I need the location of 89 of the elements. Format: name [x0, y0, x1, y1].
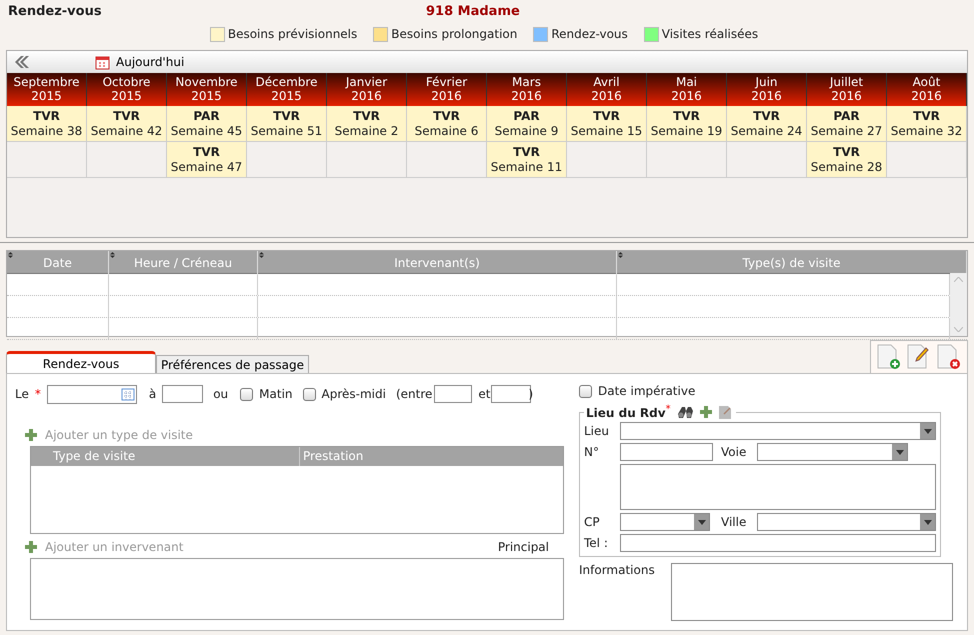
month-header: Août 2016: [887, 73, 967, 106]
sort-icon[interactable]: [8, 252, 13, 258]
document-plus-icon[interactable]: [877, 344, 901, 370]
field-label: CP: [584, 515, 601, 529]
checkbox-label: Matin: [259, 387, 293, 401]
calendar-entry[interactable]: TVR Semaine 28: [807, 142, 887, 178]
checkbox[interactable]: [240, 388, 254, 400]
empty-calendar-cell[interactable]: [7, 142, 87, 178]
information-field[interactable]: [670, 563, 953, 621]
month-header: Février 2016: [407, 73, 487, 106]
calendar-entry[interactable]: PAR Semaine 27: [807, 106, 887, 142]
calendar-entry[interactable]: TVR Semaine 32: [887, 106, 967, 142]
calendar-icon: [95, 54, 110, 70]
legend-label: Besoins prévisionnels: [228, 27, 358, 41]
plus-icon[interactable]: [700, 406, 712, 418]
binoculars-icon[interactable]: [676, 406, 694, 418]
month-header: Décembre 2015: [247, 73, 327, 106]
field-label: Lieu: [584, 424, 610, 438]
sort-icon[interactable]: [110, 252, 115, 258]
month-header: Avril 2016: [567, 73, 647, 106]
field-label: Informations: [579, 563, 655, 579]
sort-icon[interactable]: [259, 252, 264, 258]
document-pencil-icon[interactable]: [718, 404, 732, 420]
field-label: N°: [584, 445, 600, 459]
calendar-icon[interactable]: [120, 387, 135, 401]
legend-label: Visites réalisées: [662, 27, 758, 41]
field-label: Voie: [720, 445, 748, 459]
calendar-entry[interactable]: TVR Semaine 2: [327, 106, 407, 142]
calendar-entry[interactable]: TVR Semaine 47: [167, 142, 247, 178]
calendar-entry[interactable]: PAR Semaine 45: [167, 106, 247, 142]
zip-select[interactable]: [620, 513, 710, 531]
document-delete-icon[interactable]: [937, 344, 961, 370]
tab[interactable]: Préférences de passage: [156, 355, 310, 373]
city-select[interactable]: [757, 513, 936, 531]
legend-label: Besoins prolongation: [391, 27, 518, 41]
field-label: et: [478, 387, 490, 401]
month-header: Janvier 2016: [327, 73, 407, 106]
calendar-entry[interactable]: TVR Semaine 15: [567, 106, 647, 142]
month-header: Novembre 2015: [167, 73, 247, 106]
month-header: Mars 2016: [487, 73, 567, 106]
empty-calendar-cell[interactable]: [327, 142, 407, 178]
month-header: Mai 2016: [647, 73, 727, 106]
month-header: Octobre 2015: [87, 73, 167, 106]
calendar-entry[interactable]: TVR Semaine 42: [87, 106, 167, 142]
field-label: (entre: [396, 387, 432, 401]
plus-icon[interactable]: [25, 429, 37, 441]
month-header: Juillet 2016: [807, 73, 887, 106]
patient-name: 918 Madame: [426, 4, 520, 18]
group-title: Lieu du Rdv$^{*}$: [586, 404, 671, 420]
number-field[interactable]: [620, 443, 713, 461]
empty-calendar-cell[interactable]: [647, 142, 727, 178]
field-label: à: [148, 387, 156, 401]
time-field[interactable]: [162, 385, 204, 403]
calendar-entry[interactable]: TVR Semaine 51: [247, 106, 327, 142]
rewind-icon[interactable]: [13, 55, 29, 69]
date-field[interactable]: [46, 384, 137, 404]
phone-field[interactable]: [620, 534, 936, 552]
tab[interactable]: Rendez-vous: [6, 351, 156, 373]
document-pencil-icon[interactable]: [907, 344, 931, 370]
calendar-entry[interactable]: TVR Semaine 19: [647, 106, 727, 142]
checkbox[interactable]: [302, 388, 316, 400]
month-header: Juin 2016: [727, 73, 807, 106]
sort-icon[interactable]: [618, 252, 623, 258]
column-label: Principal: [498, 540, 549, 554]
checkbox-label: Après-midi: [322, 387, 386, 401]
column-header: Prestation: [299, 447, 563, 466]
today-button[interactable]: Aujourd'hui: [95, 54, 184, 70]
field-label: Le: [15, 387, 29, 401]
column-header: Type de visite: [52, 448, 136, 465]
calendar-entry[interactable]: TVR Semaine 24: [727, 106, 807, 142]
required-mark: *: [34, 387, 41, 401]
field-label: Tel :: [584, 536, 609, 550]
calendar-entry[interactable]: TVR Semaine 38: [7, 106, 87, 142]
checkbox[interactable]: [579, 384, 592, 398]
month-header: Septembre 2015: [7, 73, 87, 106]
page-title: Rendez-vous: [8, 4, 103, 18]
calendar-entry[interactable]: TVR Semaine 11: [487, 142, 567, 178]
calendar-entry[interactable]: PAR Semaine 9: [487, 106, 567, 142]
time-field[interactable]: [434, 385, 472, 403]
field-label: ou: [213, 387, 228, 401]
field-label: ): [528, 387, 534, 401]
field-label: Ville: [720, 515, 748, 529]
address-field[interactable]: [620, 464, 936, 510]
plus-icon[interactable]: [25, 541, 37, 553]
checkbox-label: Date impérative: [598, 384, 696, 398]
time-field[interactable]: [490, 385, 530, 403]
legend-label: Rendez-vous: [551, 27, 628, 41]
calendar-entry[interactable]: TVR Semaine 6: [407, 106, 487, 142]
street-select[interactable]: [757, 443, 908, 461]
